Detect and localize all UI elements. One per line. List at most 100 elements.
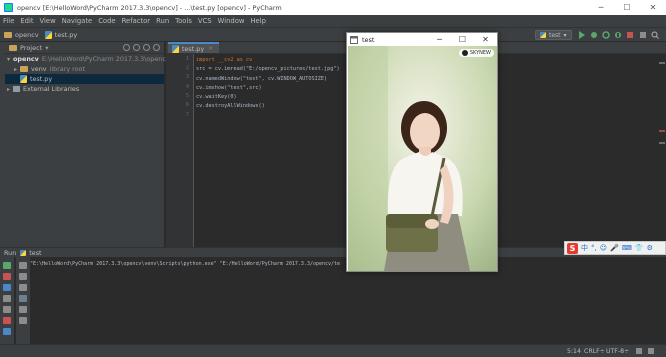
- inspector-icon[interactable]: [648, 348, 654, 354]
- breadcrumb-file[interactable]: test.py: [44, 30, 77, 39]
- code-line: cv.namedWindow("test", cv.WINDOW_AUTOSIZ…: [196, 75, 328, 82]
- menu-help[interactable]: Help: [250, 17, 266, 25]
- run-output-text: "E:\HelloWord\PyCharm 2017.3.3\opencv\ve…: [30, 261, 341, 267]
- run-tool-strip-secondary: [16, 257, 30, 345]
- window-icon: [350, 35, 358, 44]
- menu-bar: File Edit View Navigate Code Refactor Ru…: [0, 15, 666, 27]
- collapse-icon[interactable]: [133, 44, 140, 51]
- debug-icon[interactable]: [590, 31, 598, 39]
- displayed-photo: SKYNEW: [348, 46, 497, 271]
- menu-file[interactable]: File: [3, 17, 14, 25]
- run-config-select[interactable]: test ▾: [535, 30, 572, 40]
- menu-run[interactable]: Run: [156, 17, 169, 25]
- tree-item-label: External Libraries: [23, 85, 80, 93]
- database-icon[interactable]: [3, 328, 11, 335]
- cv-maximize-button[interactable]: ☐: [451, 33, 474, 46]
- hide-icon[interactable]: [153, 44, 160, 51]
- chevron-down-icon[interactable]: ▾: [7, 56, 10, 63]
- ime-keyboard-icon[interactable]: ⌨: [622, 244, 632, 252]
- code-line: import __cv2 as cv: [196, 57, 253, 63]
- cv-window-title: test: [362, 35, 375, 44]
- print-icon[interactable]: [19, 306, 27, 313]
- line-number: 3: [185, 74, 189, 80]
- menu-view[interactable]: View: [40, 17, 56, 25]
- portrait-photo: [348, 46, 497, 271]
- tree-item-venv[interactable]: ▸ venv library root: [5, 64, 164, 74]
- sogou-logo-icon[interactable]: S: [567, 242, 578, 254]
- scroll-end-icon[interactable]: [19, 295, 27, 302]
- python-file-icon: [20, 249, 27, 256]
- trash-icon[interactable]: [19, 317, 27, 324]
- run-config-label: test: [549, 31, 561, 39]
- editor-scrollbar[interactable]: [658, 54, 666, 247]
- ime-chinese-mode[interactable]: 中: [581, 243, 588, 253]
- cv-close-button[interactable]: ✕: [474, 33, 497, 46]
- run-panel-config[interactable]: test: [29, 249, 41, 257]
- breadcrumb-project[interactable]: opencv: [4, 31, 39, 39]
- error-marker: [659, 130, 665, 132]
- line-number: 4: [185, 84, 189, 90]
- line-separator[interactable]: CRLF÷: [584, 348, 605, 355]
- layout-icon[interactable]: [3, 295, 11, 302]
- lock-icon[interactable]: [636, 348, 642, 354]
- search-icon[interactable]: [651, 31, 659, 39]
- ime-emoji-icon[interactable]: ☺: [600, 244, 607, 252]
- folder-icon: [20, 66, 28, 72]
- tree-item-test-py[interactable]: test.py: [5, 74, 164, 84]
- pause-icon[interactable]: [3, 284, 11, 291]
- menu-refactor[interactable]: Refactor: [122, 17, 151, 25]
- arrow-down-icon[interactable]: [19, 273, 27, 280]
- project-panel-title[interactable]: Project: [20, 44, 42, 52]
- watermark-text: SKYNEW: [469, 50, 491, 56]
- ime-skin-icon[interactable]: 👕: [635, 244, 644, 252]
- tree-item-opencv[interactable]: ▾ opencv E:\HelloWord\PyCharm 2017.3.3\o…: [5, 54, 170, 64]
- close-tab-icon[interactable]: ×: [208, 45, 213, 52]
- pin-icon[interactable]: [3, 306, 11, 313]
- menu-tools[interactable]: Tools: [175, 17, 192, 25]
- close-icon[interactable]: [3, 317, 11, 324]
- tree-item-external-libraries[interactable]: ▸ External Libraries: [5, 84, 164, 94]
- chevron-down-icon: ▾: [45, 43, 49, 52]
- settings-icon[interactable]: [639, 31, 647, 39]
- file-encoding[interactable]: UTF-8÷: [606, 348, 629, 355]
- line-number-gutter: 1 2 3 4 5 6 7: [166, 54, 194, 247]
- menu-vcs[interactable]: VCS: [198, 17, 212, 25]
- folder-icon: [4, 31, 12, 38]
- stop-icon[interactable]: [626, 31, 634, 39]
- tab-test-py[interactable]: test.py ×: [168, 42, 220, 53]
- pycharm-icon: [4, 3, 13, 12]
- run-icon[interactable]: [578, 31, 586, 39]
- code-area[interactable]: import __cv2 as cv src = cv.imread("E:/op…: [196, 56, 340, 112]
- opencv-image-window: test ─ ☐ ✕ SKYNEW: [346, 32, 498, 272]
- run-panel-title[interactable]: Run: [4, 249, 16, 257]
- caret-position[interactable]: 5:14: [567, 348, 581, 355]
- wrap-icon[interactable]: [19, 284, 27, 291]
- stop-icon[interactable]: [3, 273, 11, 280]
- menu-code[interactable]: Code: [98, 17, 115, 25]
- status-bar: 5:14 CRLF÷ UTF-8÷: [0, 344, 666, 357]
- gear-icon[interactable]: [143, 44, 150, 51]
- code-line: cv.destroyAllWindows(): [196, 103, 265, 110]
- menu-navigate[interactable]: Navigate: [62, 17, 93, 25]
- profile-icon[interactable]: [614, 31, 622, 39]
- tree-item-label: venv: [31, 65, 47, 73]
- library-icon: [13, 86, 20, 92]
- coverage-icon[interactable]: [602, 31, 610, 39]
- ime-punctuation[interactable]: °,: [591, 244, 597, 252]
- ime-microphone-icon[interactable]: 🎤: [610, 244, 619, 252]
- target-icon[interactable]: [123, 44, 130, 51]
- line-number: 1: [185, 56, 189, 62]
- project-panel: Project ▾ ▾ opencv E:\HelloWord\PyCharm …: [5, 42, 170, 247]
- line-number: 2: [185, 65, 189, 71]
- minimize-button[interactable]: ─: [588, 0, 614, 15]
- cv-minimize-button[interactable]: ─: [428, 33, 451, 46]
- menu-window[interactable]: Window: [218, 17, 245, 25]
- cv-window-titlebar[interactable]: test ─ ☐ ✕: [347, 33, 497, 46]
- rerun-icon[interactable]: [3, 262, 11, 269]
- close-button[interactable]: ✕: [640, 0, 666, 15]
- ime-settings-icon[interactable]: ⚙: [647, 244, 653, 252]
- maximize-button[interactable]: ☐: [614, 0, 640, 15]
- arrow-up-icon[interactable]: [19, 262, 27, 269]
- menu-edit[interactable]: Edit: [20, 17, 33, 25]
- tab-label: test.py: [182, 44, 205, 53]
